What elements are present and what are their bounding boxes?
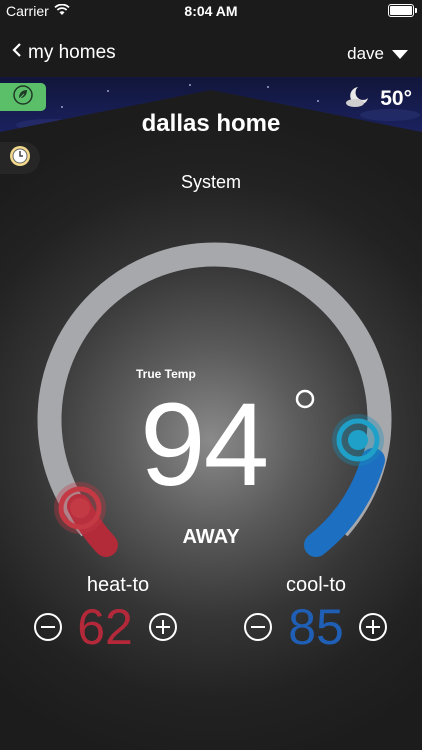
cool-decrease-button[interactable] [244, 613, 272, 641]
cool-increase-button[interactable] [359, 613, 387, 641]
heat-setpoint-value: 62 [77, 599, 133, 655]
heat-increase-button[interactable] [149, 613, 177, 641]
cool-setpoint-handle[interactable] [332, 414, 384, 466]
current-temperature: 94 [140, 379, 269, 511]
minus-icon [41, 626, 55, 628]
heat-decrease-button[interactable] [34, 613, 62, 641]
heat-to-label: heat-to [86, 574, 150, 596]
plus-icon-vertical [372, 620, 374, 634]
degree-symbol [295, 389, 315, 409]
cool-to-label: cool-to [285, 574, 347, 596]
plus-icon-vertical [162, 620, 164, 634]
minus-icon [251, 626, 265, 628]
mode-label[interactable]: AWAY [0, 526, 422, 549]
cool-setpoint-value: 85 [288, 599, 344, 655]
